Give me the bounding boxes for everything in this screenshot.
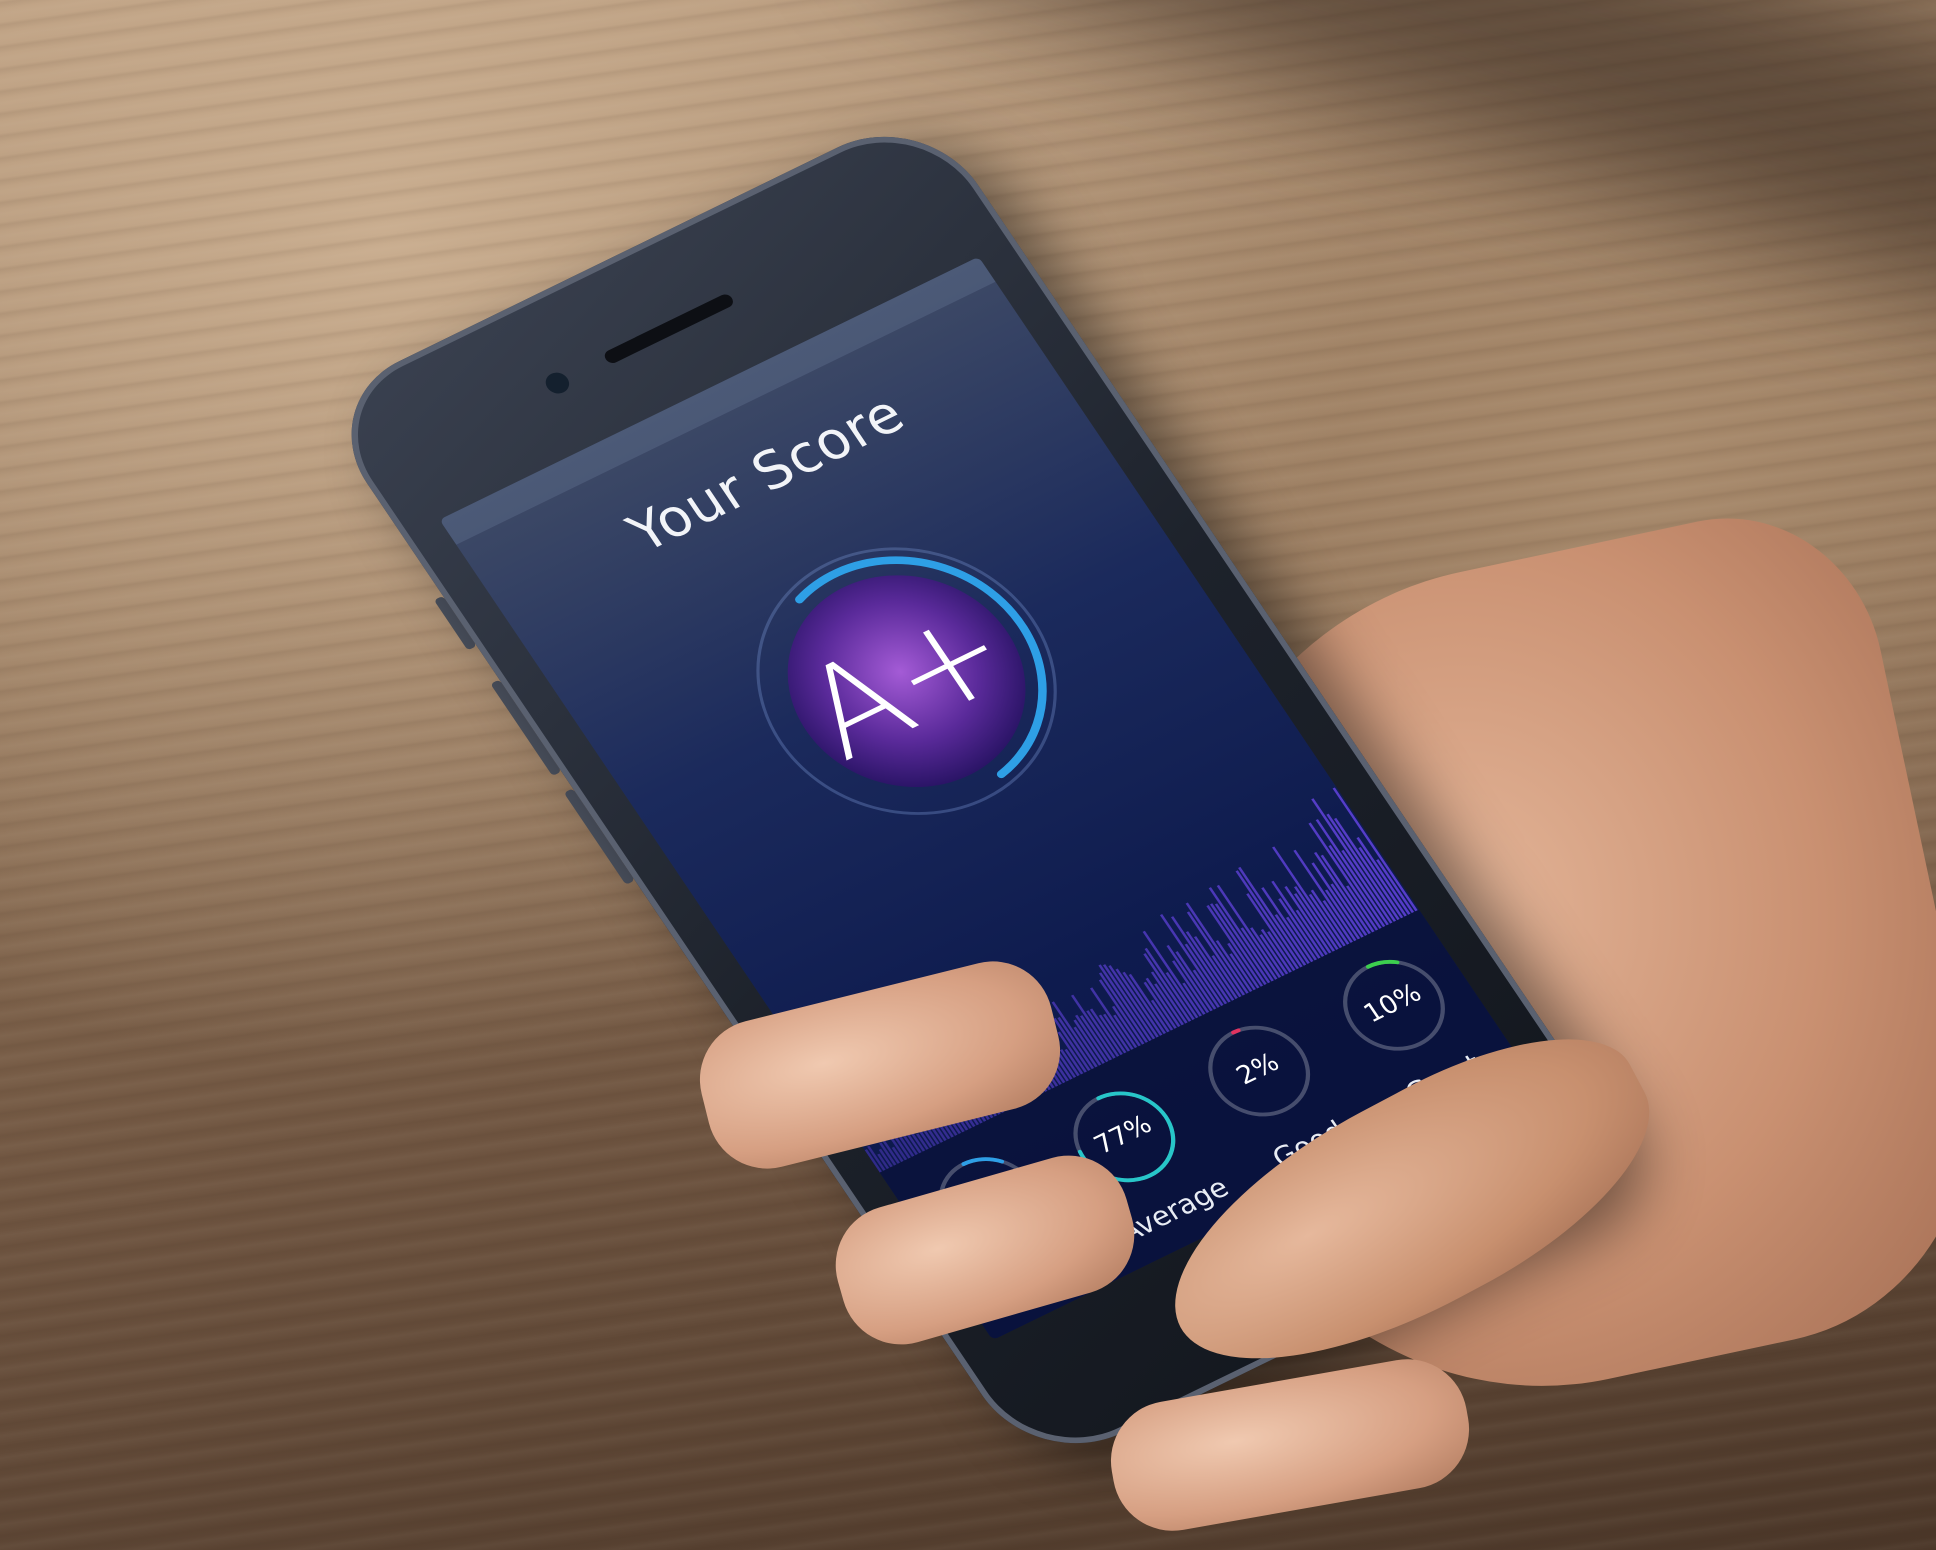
photo-scene: Your Score A+ 77% Average 2% 10% — [0, 0, 1936, 1550]
